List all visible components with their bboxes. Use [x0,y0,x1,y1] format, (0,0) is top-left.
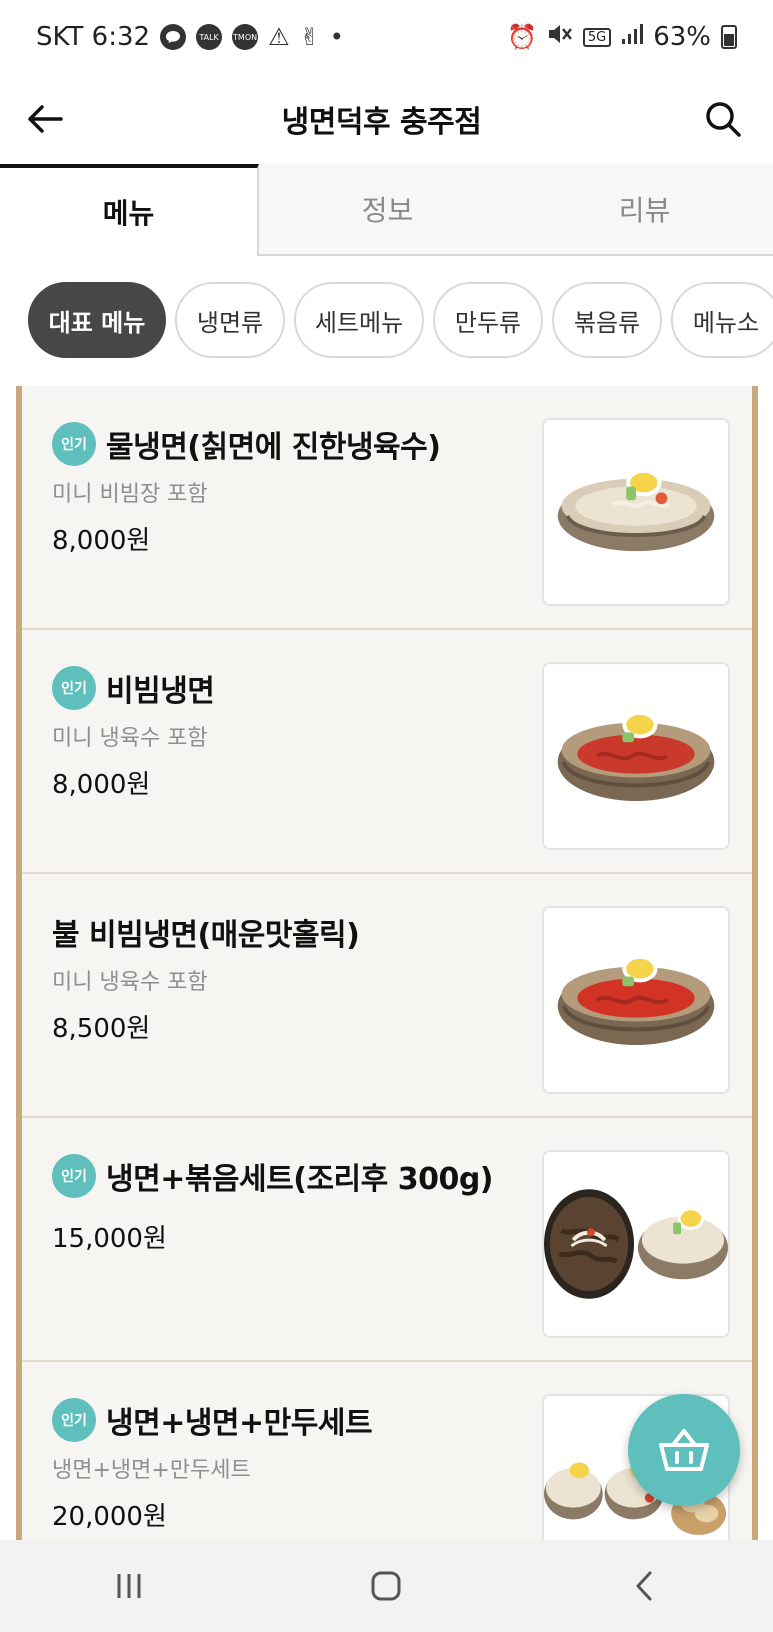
menu-item[interactable]: 인기 비빔냉면 미니 냉육수 포함 8,000원 [22,630,752,874]
chip-signature-menu[interactable]: 대표 메뉴 [28,282,166,358]
chip-more[interactable]: 메뉴소 [671,282,773,358]
spicy-noodle-bowl-icon [557,710,715,802]
item-name: 불 비빔냉면(매운맛홀릭) [52,918,360,953]
menu-list: 인기 물냉면(칡면에 진한냉육수) 미니 비빔장 포함 8,000원 인기 비빔… [16,386,758,1540]
status-left: SKT 6:32 TALK TMON ⚠ ✌ • [36,22,344,52]
item-name: 물냉면(칡면에 진한냉육수) [106,430,441,465]
chip-naengmyeon[interactable]: 냉면류 [175,282,285,358]
carrier-time: SKT 6:32 [36,22,151,52]
popular-badge: 인기 [52,1154,96,1198]
alarm-icon: ⏰ [506,23,537,51]
back-button[interactable] [0,74,90,164]
home-button[interactable] [326,1546,446,1626]
victory-hand-icon: ✌ [299,23,320,51]
popular-badge: 인기 [52,1398,96,1442]
item-photo [542,662,730,850]
battery-level: 63% [653,22,711,52]
cart-button[interactable] [628,1394,740,1506]
system-back-button[interactable] [584,1546,704,1626]
item-name: 비빔냉면 [106,674,215,709]
search-icon [706,102,741,137]
chip-dumpling[interactable]: 만두류 [433,282,543,358]
status-right: ⏰ 5G 63% [507,22,737,53]
search-button[interactable] [673,74,773,164]
app-header: 냉면덕후 충주점 [0,74,773,164]
status-bar: SKT 6:32 TALK TMON ⚠ ✌ • ⏰ 5G 63% [0,0,773,74]
recent-apps-button[interactable] [69,1546,189,1626]
cold-noodle-bowl-icon [557,468,715,552]
menu-item[interactable]: 불 비빔냉면(매운맛홀릭) 미니 냉육수 포함 8,500원 [22,874,752,1118]
battery-icon [721,25,737,49]
signal-icon [621,22,644,52]
tab-info[interactable]: 정보 [259,164,516,254]
item-photo [542,906,730,1094]
noodle-and-bulgogi-set-icon [544,1189,728,1299]
warning-icon: ⚠ [268,23,290,51]
more-dot-icon: • [329,23,344,51]
mute-icon [547,22,573,53]
spicy-noodle-bowl-icon [557,954,715,1046]
menu-item[interactable]: 인기 냉면+볶음세트(조리후 300g) 15,000원 [22,1118,752,1362]
home-icon [371,1571,401,1601]
popular-badge: 인기 [52,666,96,710]
tab-menu[interactable]: 메뉴 [0,164,259,256]
tab-review[interactable]: 리뷰 [516,164,773,254]
chip-set-menu[interactable]: 세트메뉴 [294,282,424,358]
system-nav-bar [0,1540,773,1632]
popular-badge: 인기 [52,422,96,466]
item-photo [542,1150,730,1338]
item-name: 냉면+냉면+만두세트 [106,1406,373,1441]
basket-icon [659,1429,709,1471]
tab-bar: 메뉴 정보 리뷰 [0,164,773,256]
category-chips: 대표 메뉴 냉면류 세트메뉴 만두류 볶음류 메뉴소 [0,282,773,360]
chevron-left-icon [636,1571,652,1601]
talk-icon: TALK [196,24,223,50]
item-name: 냉면+볶음세트(조리후 300g) [106,1162,494,1197]
recent-apps-icon [117,1574,141,1598]
chip-stir-fry[interactable]: 볶음류 [552,282,662,358]
arrow-left-icon [28,105,63,133]
tmon-icon: TMON [232,24,259,50]
chat-bubble-icon [160,24,187,50]
page-title: 냉면덕후 충주점 [281,105,482,140]
item-photo [542,418,730,606]
menu-item[interactable]: 인기 물냉면(칡면에 진한냉육수) 미니 비빔장 포함 8,000원 [22,386,752,630]
network-5g-icon: 5G [582,27,612,47]
